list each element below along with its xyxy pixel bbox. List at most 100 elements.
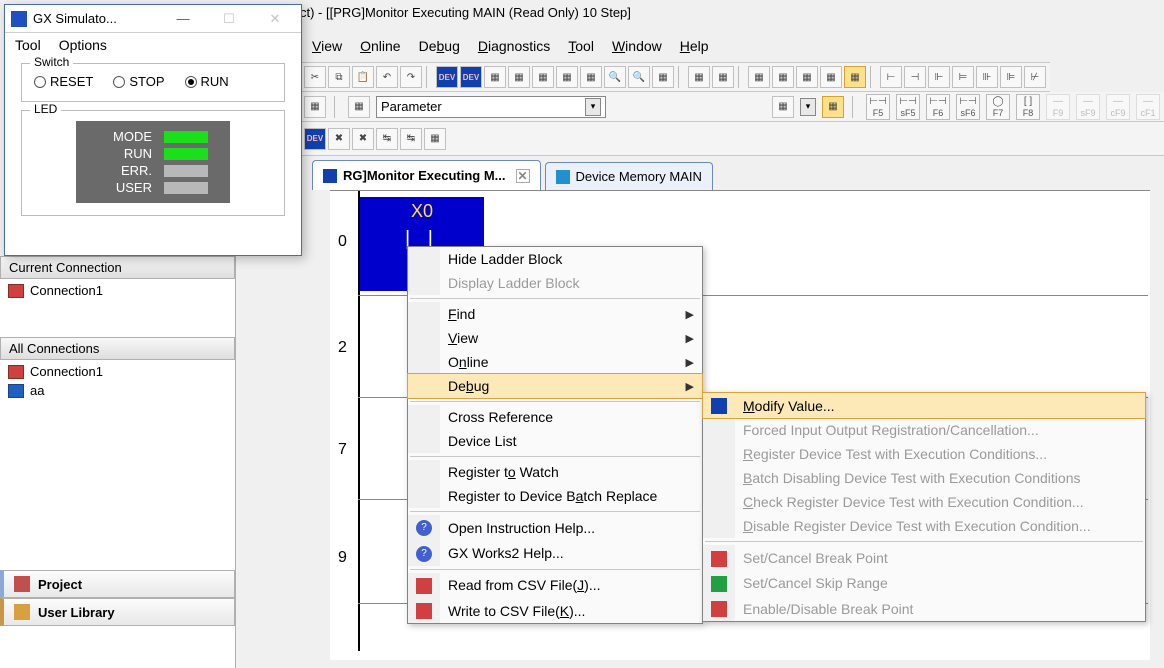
toolbar-paste-icon[interactable]: 📋 [352, 66, 374, 88]
ctx-read-csv[interactable]: Read from CSV File(J)... [408, 573, 702, 598]
ctx-open-instruction-help[interactable]: ?Open Instruction Help... [408, 515, 702, 540]
toolbar-btn-k[interactable]: ▦ [748, 66, 770, 88]
current-connection-label: Connection1 [30, 283, 103, 298]
current-connection-item[interactable]: Connection1 [8, 283, 227, 298]
sim-menubar: Tool Options [5, 33, 301, 57]
menu-window[interactable]: Window [612, 38, 662, 54]
toolbar-ladder3-icon[interactable]: ⊩ [928, 66, 950, 88]
ctx-write-csv[interactable]: Write to CSV File(K)... [408, 598, 702, 623]
toolbar-btn-a[interactable]: ▦ [484, 66, 506, 88]
toolbar-btn-e[interactable]: ▦ [580, 66, 602, 88]
toolbar-ladder1-icon[interactable]: ⊢ [880, 66, 902, 88]
tab-monitor-main[interactable]: RG]Monitor Executing M... ✕ [312, 160, 541, 190]
led-row-mode: MODE [98, 129, 208, 144]
toolbar2-btn-d[interactable]: ▦ [822, 96, 844, 118]
parameter-combo[interactable]: Parameter ▾ [376, 96, 606, 118]
project-button[interactable]: Project [0, 570, 235, 598]
fkey-f6[interactable]: ⊢⊣F6 [926, 94, 950, 120]
toolbar-dev2-icon[interactable]: DEV [460, 66, 482, 88]
menu-view[interactable]: View [312, 38, 342, 54]
toolbar-btn-g[interactable]: 🔍 [628, 66, 650, 88]
toolbar-ladder2-icon[interactable]: ⊣ [904, 66, 926, 88]
toolbar-row-2: ▦ ▦ Parameter ▾ ▦ ▾ ▦ ⊢⊣F5 ⊢⊣sF5 ⊢⊣F6 ⊢⊣… [300, 92, 1164, 122]
toolbar-btn-f[interactable]: 🔍 [604, 66, 626, 88]
ctx-gxworks-help[interactable]: ?GX Works2 Help... [408, 540, 702, 565]
toolbar3-btn-c[interactable]: ✖ [352, 128, 374, 150]
toolbar-ladder7-icon[interactable]: ⊬ [1024, 66, 1046, 88]
ctx-hide-ladder[interactable]: Hide Ladder Block [408, 247, 702, 271]
toolbar-undo-icon[interactable]: ↶ [376, 66, 398, 88]
parameter-combo-value: Parameter [381, 99, 442, 114]
led-err [164, 165, 208, 177]
toolbar-dev1-icon[interactable]: DEV [436, 66, 458, 88]
toolbar-cut-icon[interactable]: ✂ [304, 66, 326, 88]
ctx2-modify-value[interactable]: Modify Value... [703, 393, 1145, 418]
fkey-f7[interactable]: ◯F7 [986, 94, 1010, 120]
fkey-sf6[interactable]: ⊢⊣sF6 [956, 94, 980, 120]
toolbar-btn-n[interactable]: ▦ [820, 66, 842, 88]
ctx-device-list[interactable]: Device List [408, 429, 702, 453]
sim-maximize-button: ☐ [209, 8, 249, 30]
menu-online[interactable]: Online [360, 38, 400, 54]
ctx-debug[interactable]: Debug▶ [408, 374, 702, 398]
toolbar3-btn-f[interactable]: ▦ [424, 128, 446, 150]
user-library-button[interactable]: User Library [0, 598, 235, 626]
ctx-register-batch[interactable]: Register to Device Batch Replace [408, 484, 702, 508]
toolbar2-btn-b[interactable]: ▦ [348, 96, 370, 118]
toolbar-ladder4-icon[interactable]: ⊨ [952, 66, 974, 88]
contact-label: X0 [411, 201, 433, 222]
sim-radio-reset[interactable]: RESET [34, 74, 93, 89]
user-library-icon [14, 604, 30, 620]
sim-radio-stop[interactable]: STOP [113, 74, 164, 89]
toolbar-btn-d[interactable]: ▦ [556, 66, 578, 88]
sim-minimize-button[interactable]: — [163, 8, 203, 30]
ctx2-disable-register: Disable Register Device Test with Execut… [703, 514, 1145, 538]
all-connection-item-2[interactable]: aa [8, 383, 227, 398]
fkey-f5[interactable]: ⊢⊣F5 [866, 94, 890, 120]
ctx-find[interactable]: Find▶ [408, 302, 702, 326]
ctx-online[interactable]: Online▶ [408, 350, 702, 374]
led-row-err: ERR. [98, 163, 208, 178]
tab-close-icon[interactable]: ✕ [516, 169, 530, 183]
tab-device-memory[interactable]: Device Memory MAIN [545, 162, 713, 190]
toolbar3-btn-e[interactable]: ↹ [400, 128, 422, 150]
fkey-f8[interactable]: [ ]F8 [1016, 94, 1040, 120]
toolbar2-btn-a[interactable]: ▦ [304, 96, 326, 118]
menu-diagnostics[interactable]: Diagnostics [478, 38, 550, 54]
toolbar-btn-i[interactable]: ▦ [688, 66, 710, 88]
toolbar2-btn-c[interactable]: ▦ [772, 96, 794, 118]
menu-help[interactable]: Help [680, 38, 709, 54]
all-conn-1-label: Connection1 [30, 364, 103, 379]
csv-write-icon [416, 603, 432, 619]
sim-titlebar[interactable]: GX Simulato... — ☐ ✕ [5, 5, 301, 33]
toolbar-btn-m[interactable]: ▦ [796, 66, 818, 88]
toolbar-ladder6-icon[interactable]: ⊫ [1000, 66, 1022, 88]
toolbar-btn-c[interactable]: ▦ [532, 66, 554, 88]
toolbar3-btn-b[interactable]: ✖ [328, 128, 350, 150]
toolbar-redo-icon[interactable]: ↷ [400, 66, 422, 88]
ctx2-enable-break: Enable/Disable Break Point [703, 596, 1145, 621]
sim-menu-options[interactable]: Options [59, 37, 107, 53]
ctx-cross-reference[interactable]: Cross Reference [408, 405, 702, 429]
combo-arrow-icon[interactable]: ▾ [585, 98, 601, 116]
toolbar-btn-h[interactable]: ▦ [652, 66, 674, 88]
toolbar-btn-highlighted[interactable]: ▦ [844, 66, 866, 88]
ctx-view[interactable]: View▶ [408, 326, 702, 350]
all-connection-item-1[interactable]: Connection1 [8, 364, 227, 379]
toolbar-copy-icon[interactable]: ⧉ [328, 66, 350, 88]
toolbar-btn-l[interactable]: ▦ [772, 66, 794, 88]
combo-arrow-2-icon[interactable]: ▾ [800, 98, 816, 116]
sim-menu-tool[interactable]: Tool [15, 37, 41, 53]
ctx-register-watch[interactable]: Register to Watch [408, 460, 702, 484]
toolbar3-dev-icon[interactable]: DEV [304, 128, 326, 150]
toolbar-btn-j[interactable]: ▦ [712, 66, 734, 88]
toolbar-btn-b[interactable]: ▦ [508, 66, 530, 88]
ctx2-batch-disable: Batch Disabling Device Test with Executi… [703, 466, 1145, 490]
toolbar3-btn-d[interactable]: ↹ [376, 128, 398, 150]
menu-tool[interactable]: Tool [568, 38, 594, 54]
toolbar-ladder5-icon[interactable]: ⊪ [976, 66, 998, 88]
menu-debug[interactable]: Debug [419, 38, 460, 54]
sim-radio-run[interactable]: RUN [185, 74, 229, 89]
rung-number-9: 9 [338, 549, 347, 567]
fkey-sf5[interactable]: ⊢⊣sF5 [896, 94, 920, 120]
